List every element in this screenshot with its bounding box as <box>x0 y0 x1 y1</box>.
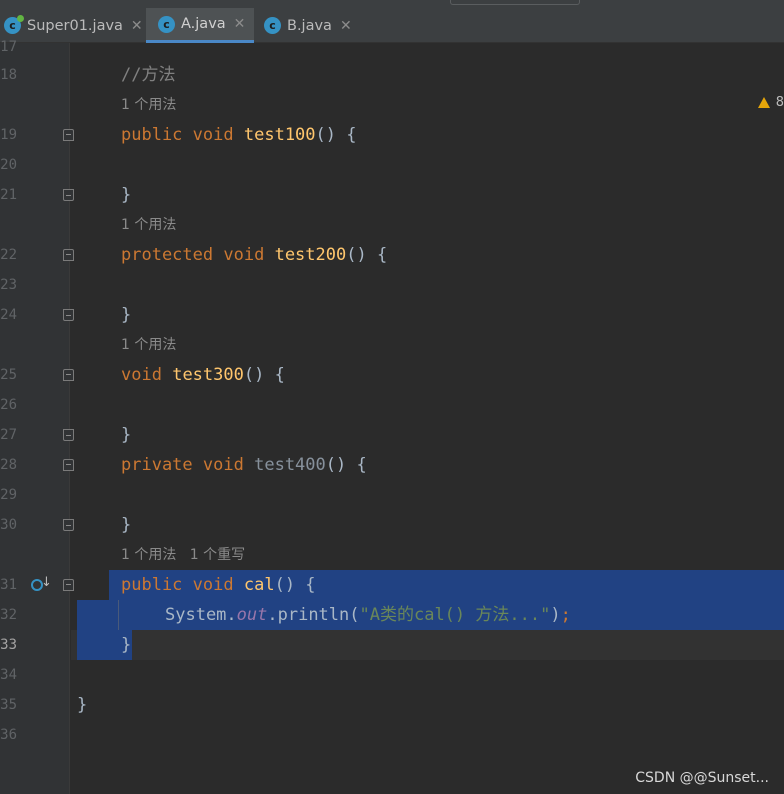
line-number: 35 <box>0 697 17 713</box>
punctuation: () { <box>243 365 285 385</box>
line-number: 20 <box>0 157 17 173</box>
fold-end-icon[interactable] <box>63 189 74 201</box>
line-number: 23 <box>0 277 17 293</box>
fold-icon[interactable] <box>63 129 74 141</box>
code-line-28: private void test400() { <box>121 450 367 480</box>
line-number: 25 <box>0 367 17 383</box>
method-name: test300 <box>172 365 244 385</box>
code-line-21: } <box>121 185 132 205</box>
code-line-24: } <box>121 305 132 325</box>
tab-label: B.java <box>287 17 332 34</box>
class-ref: System. <box>165 605 237 625</box>
editor-tab-bar: c Super01.java ✕ c A.java ✕ c B.java ✕ <box>0 8 784 43</box>
indent-guide <box>118 600 119 630</box>
keyword: void <box>202 455 244 475</box>
line-number: 33 <box>0 637 17 653</box>
code-line-27: } <box>121 425 132 445</box>
warning-icon <box>757 97 770 108</box>
code-line-32: System.out.println("A类的cal() 方法..."); <box>165 600 571 630</box>
code-line-31: public void cal() { <box>121 570 316 600</box>
punctuation: () { <box>325 455 367 475</box>
fold-icon[interactable] <box>63 579 74 591</box>
fold-icon[interactable] <box>63 249 74 261</box>
code-line-25: void test300() { <box>121 360 285 390</box>
line-number: 32 <box>0 607 17 623</box>
punctuation: ) <box>550 605 561 625</box>
current-line-highlight <box>71 630 784 660</box>
tab-super01-java[interactable]: c Super01.java ✕ <box>0 8 146 43</box>
line-number: 21 <box>0 187 17 203</box>
code-line-35: } <box>77 695 88 715</box>
line-number: 36 <box>0 727 17 743</box>
code-line-33: } <box>121 635 132 655</box>
usage-hint[interactable]: 1 个用法 <box>121 547 176 563</box>
keyword: void <box>192 575 234 595</box>
window-top-strip <box>0 0 784 8</box>
punctuation: () { <box>274 575 316 595</box>
usage-hint[interactable]: 1 个用法 <box>121 330 176 360</box>
code-line-19: public void test100() { <box>121 120 356 150</box>
keyword: protected <box>121 245 214 265</box>
search-field-fragment <box>450 0 580 5</box>
usage-hint[interactable]: 1 个用法 <box>121 90 176 120</box>
close-icon[interactable]: ✕ <box>340 18 352 34</box>
line-number: 31 <box>0 577 17 593</box>
usage-hints[interactable]: 1 个用法 1 个重写 <box>121 540 245 570</box>
method-name: test200 <box>274 245 347 265</box>
java-class-icon: c <box>158 15 175 33</box>
override-hint[interactable]: 1 个重写 <box>190 547 245 563</box>
fold-icon[interactable] <box>63 369 74 381</box>
line-number: 28 <box>0 457 17 473</box>
punctuation: () { <box>315 125 357 145</box>
keyword: private <box>121 455 193 475</box>
line-number: 29 <box>0 487 17 503</box>
line-number: 26 <box>0 397 17 413</box>
tab-b-java[interactable]: c B.java ✕ <box>254 8 364 43</box>
line-number: 27 <box>0 427 17 443</box>
tab-label: A.java <box>181 16 226 32</box>
keyword: void <box>192 125 234 145</box>
punctuation: () { <box>346 245 388 265</box>
static-field: out <box>236 605 268 625</box>
fold-end-icon[interactable] <box>63 309 74 321</box>
keyword: void <box>223 245 265 265</box>
line-number: 30 <box>0 517 17 533</box>
java-class-icon: c <box>4 15 24 34</box>
code-line-30: } <box>121 515 132 535</box>
fold-end-icon[interactable] <box>63 519 74 531</box>
java-class-icon: c <box>264 17 281 34</box>
fold-icon[interactable] <box>63 459 74 471</box>
code-comment: //方法 <box>121 65 176 85</box>
keyword: public <box>121 575 183 595</box>
tab-label: Super01.java <box>27 17 123 34</box>
arrow-down-icon: ↓ <box>41 575 52 590</box>
watermark-text: CSDN @@Sunset... <box>635 770 769 786</box>
warning-count: 8 <box>775 95 784 110</box>
fold-end-icon[interactable] <box>63 429 74 441</box>
close-icon[interactable]: ✕ <box>131 18 143 34</box>
line-number: 34 <box>0 667 17 683</box>
semicolon: ; <box>560 605 571 625</box>
method-name: test100 <box>243 125 316 145</box>
close-icon[interactable]: ✕ <box>234 16 246 32</box>
string-literal: "A类的cal() 方法..." <box>359 605 551 625</box>
code-editor[interactable]: 17 18 19 20 21 22 23 24 25 26 27 28 29 3… <box>0 39 784 794</box>
code-line-22: protected void test200() { <box>121 240 387 270</box>
keyword: public <box>121 125 183 145</box>
inspection-warnings[interactable]: 8 <box>757 95 784 110</box>
line-number: 24 <box>0 307 17 323</box>
usage-hint[interactable]: 1 个用法 <box>121 210 176 240</box>
method-call: .println( <box>267 605 360 625</box>
tab-a-java[interactable]: c A.java ✕ <box>146 8 254 43</box>
line-number: 17 <box>0 39 17 55</box>
line-number: 18 <box>0 67 17 83</box>
keyword: void <box>121 365 162 385</box>
method-name: cal <box>243 575 275 595</box>
line-number: 22 <box>0 247 17 263</box>
unused-method-name: test400 <box>254 455 326 475</box>
line-number: 19 <box>0 127 17 143</box>
